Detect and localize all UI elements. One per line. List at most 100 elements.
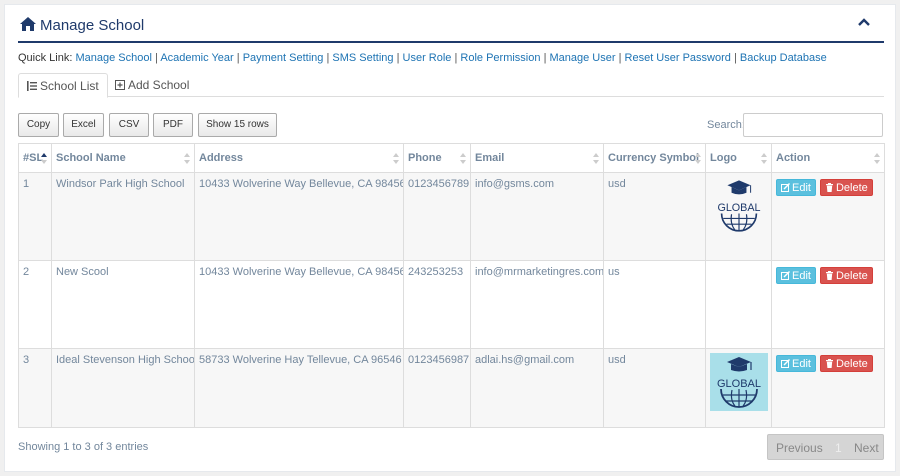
cell-phone: 243253253 — [403, 260, 471, 349]
quick-link-label: Quick Link: — [18, 52, 73, 64]
column-header-sl[interactable]: #SL — [18, 143, 52, 173]
delete-button[interactable]: Delete — [819, 355, 873, 372]
table-row: 2 New Scool 10433 Wolverine Way Bellevue… — [18, 260, 885, 349]
separator: | — [326, 52, 330, 64]
search-input[interactable] — [743, 113, 883, 137]
quick-link-user-role[interactable]: User Role — [403, 52, 452, 64]
table-info: Showing 1 to 3 of 3 entries — [18, 441, 149, 453]
cell-action: Edit Delete — [771, 348, 885, 428]
quick-link-manage-user[interactable]: Manage User — [549, 52, 615, 64]
sort-icon — [393, 153, 399, 164]
tab-label: Add School — [128, 78, 190, 92]
tab-bar: School List Add School — [18, 73, 884, 98]
separator: | — [454, 52, 458, 64]
cell-school-name: Ideal Stevenson High School — [51, 348, 195, 428]
column-header-address[interactable]: Address — [194, 143, 404, 173]
previous-button[interactable]: Previous — [776, 441, 823, 455]
trash-icon — [825, 359, 833, 368]
cell-address: 58733 Wolverine Hay Tellevue, CA 96546 — [194, 348, 404, 428]
school-logo-image: GLOBAL — [717, 180, 761, 232]
column-header-phone[interactable]: Phone — [403, 143, 471, 173]
cell-sl: 3 — [18, 348, 52, 428]
table-row: 1 Windsor Park High School 10433 Wolveri… — [18, 172, 885, 261]
cell-currency: us — [603, 260, 706, 349]
csv-button[interactable]: CSV — [109, 113, 149, 137]
table-header-row: #SL School Name Address Phone Email Curr… — [18, 143, 885, 173]
sort-icon — [460, 153, 466, 164]
quick-link-backup-database[interactable]: Backup Database — [740, 52, 827, 64]
plus-square-icon — [115, 80, 125, 90]
trash-icon — [825, 183, 833, 192]
separator: | — [618, 52, 622, 64]
cell-sl: 1 — [18, 172, 52, 261]
logo-text: GLOBAL — [717, 378, 761, 390]
column-header-action[interactable]: Action — [771, 143, 885, 173]
excel-button[interactable]: Excel — [63, 113, 104, 137]
quick-link-role-permission[interactable]: Role Permission — [460, 52, 540, 64]
cell-school-name: Windsor Park High School — [51, 172, 195, 261]
school-table: #SL School Name Address Phone Email Curr… — [18, 143, 885, 428]
separator: | — [733, 52, 737, 64]
pagination: Previous 1 Next — [767, 434, 884, 460]
separator: | — [543, 52, 547, 64]
cell-school-name: New Scool — [51, 260, 195, 349]
page-title-text: Manage School — [40, 17, 145, 34]
delete-button[interactable]: Delete — [819, 179, 873, 196]
list-icon — [27, 81, 37, 91]
trash-icon — [825, 271, 833, 280]
quick-link-manage-school[interactable]: Manage School — [75, 52, 151, 64]
chevron-up-icon[interactable] — [858, 17, 870, 27]
quick-link-academic-year[interactable]: Academic Year — [160, 52, 233, 64]
cell-phone: 0123456987 — [403, 348, 471, 428]
school-logo-image: GLOBAL — [710, 353, 768, 411]
quick-link-reset-user-password[interactable]: Reset User Password — [625, 52, 731, 64]
separator: | — [396, 52, 400, 64]
tab-school-list[interactable]: School List — [18, 73, 108, 98]
sort-icon — [593, 153, 599, 164]
quick-links: Quick Link: Manage School | Academic Yea… — [18, 52, 827, 64]
column-header-logo[interactable]: Logo — [705, 143, 772, 173]
cell-action: Edit Delete — [771, 260, 885, 349]
page-title: Manage School — [20, 17, 144, 34]
separator: | — [155, 52, 158, 64]
separator: | — [236, 52, 240, 64]
sort-asc-icon — [41, 153, 47, 164]
cell-action: Edit Delete — [771, 172, 885, 261]
home-icon — [20, 17, 36, 31]
quick-link-sms-setting[interactable]: SMS Setting — [332, 52, 393, 64]
edit-button[interactable]: Edit — [776, 267, 816, 284]
logo-text: GLOBAL — [717, 202, 760, 214]
quick-link-payment-setting[interactable]: Payment Setting — [243, 52, 324, 64]
column-header-school-name[interactable]: School Name — [51, 143, 195, 173]
show-rows-button[interactable]: Show 15 rows — [198, 113, 277, 137]
next-button[interactable]: Next — [854, 441, 879, 455]
delete-button[interactable]: Delete — [819, 267, 873, 284]
edit-icon — [781, 359, 790, 368]
copy-button[interactable]: Copy — [18, 113, 59, 137]
edit-icon — [781, 271, 790, 280]
cell-email: info@mrmarketingres.com — [470, 260, 604, 349]
cell-currency: usd — [603, 172, 706, 261]
panel-header: Manage School — [18, 5, 884, 43]
sort-icon — [695, 153, 701, 164]
tab-add-school[interactable]: Add School — [107, 73, 197, 98]
sort-icon — [761, 153, 767, 164]
cell-currency: usd — [603, 348, 706, 428]
cell-address: 10433 Wolverine Way Bellevue, CA 98456 — [194, 172, 404, 261]
tab-label: School List — [40, 79, 99, 93]
edit-icon — [781, 183, 790, 192]
edit-button[interactable]: Edit — [776, 355, 816, 372]
pdf-button[interactable]: PDF — [153, 113, 193, 137]
cell-sl: 2 — [18, 260, 52, 349]
page-number[interactable]: 1 — [835, 441, 842, 455]
table-row: 3 Ideal Stevenson High School 58733 Wolv… — [18, 348, 885, 428]
cell-logo: GLOBAL — [705, 348, 772, 428]
manage-school-panel: Manage School Quick Link: Manage School … — [4, 4, 896, 472]
sort-icon — [874, 153, 880, 164]
cell-logo: GLOBAL — [705, 172, 772, 261]
search-label: Search: — [707, 119, 745, 131]
column-header-currency-symbol[interactable]: Currency Symbol — [603, 143, 706, 173]
column-header-email[interactable]: Email — [470, 143, 604, 173]
cell-logo — [705, 260, 772, 349]
edit-button[interactable]: Edit — [776, 179, 816, 196]
